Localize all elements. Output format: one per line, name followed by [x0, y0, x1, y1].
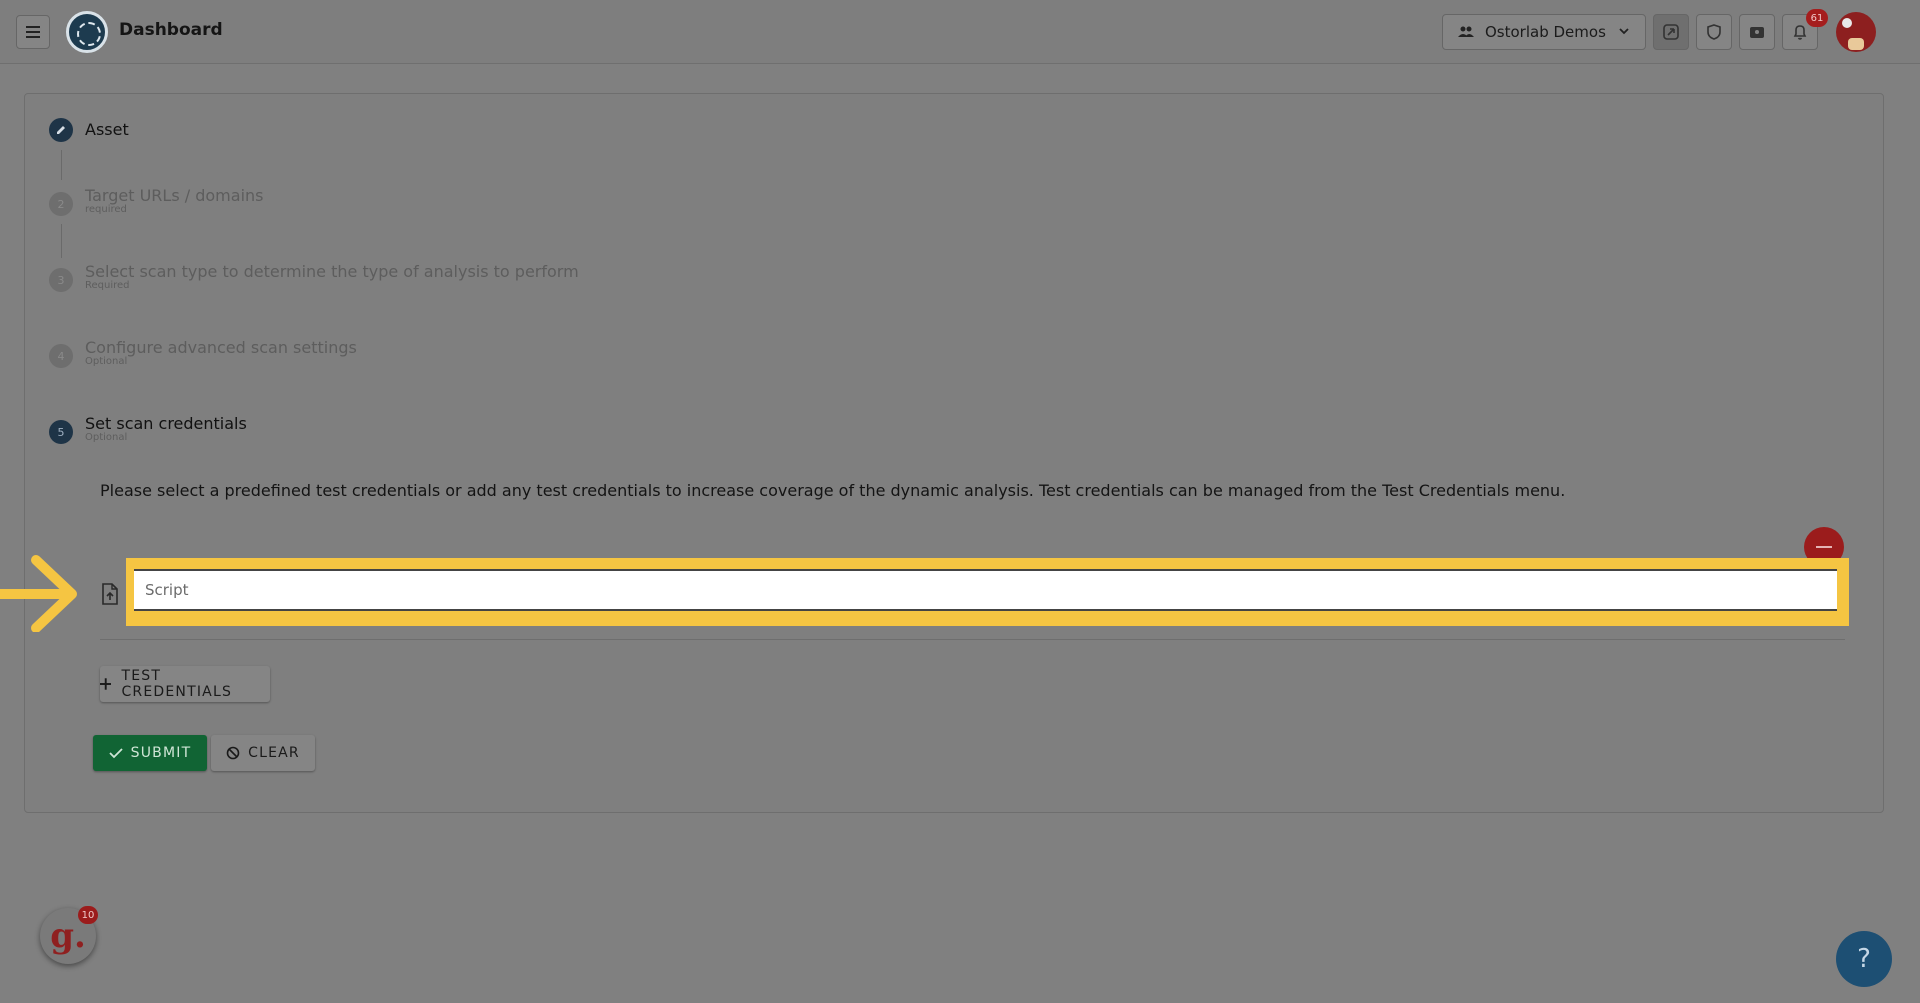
guide-count-badge: 10	[78, 906, 98, 924]
step-connector	[61, 224, 62, 258]
step-title: Select scan type to determine the type o…	[85, 262, 579, 281]
clear-button[interactable]: CLEAR	[211, 735, 315, 771]
credentials-instructions: Please select a predefined test credenti…	[100, 481, 1566, 500]
step-title: Target URLs / domains	[85, 186, 264, 205]
step-title: Configure advanced scan settings	[85, 338, 357, 357]
arrow-icon	[0, 555, 77, 632]
plus-icon	[100, 678, 112, 690]
organization-name: Ostorlab Demos	[1485, 23, 1606, 41]
notification-count-badge: 61	[1806, 9, 1828, 27]
step-subtitle: Required	[85, 280, 130, 291]
avatar[interactable]	[1836, 12, 1876, 52]
step-subtitle: Optional	[85, 432, 128, 443]
scan-icon	[1663, 24, 1679, 40]
divider	[100, 639, 1845, 640]
check-icon	[109, 748, 123, 759]
bell-icon	[1793, 25, 1807, 40]
edit-icon	[49, 118, 73, 142]
step-title: Set scan credentials	[85, 414, 247, 433]
step-title: Asset	[85, 120, 129, 139]
page-title: Dashboard	[119, 20, 223, 40]
users-icon	[1458, 26, 1474, 37]
block-icon	[226, 746, 240, 760]
tickets-button[interactable]	[1739, 14, 1775, 50]
help-button[interactable]: ?	[1836, 931, 1892, 987]
add-test-credentials-button[interactable]: TEST CREDENTIALS	[100, 666, 270, 702]
step-subtitle: required	[85, 204, 127, 215]
script-input[interactable]	[134, 569, 1837, 611]
organization-select[interactable]: Ostorlab Demos	[1442, 14, 1646, 50]
menu-icon	[26, 26, 40, 38]
menu-button[interactable]	[16, 15, 50, 49]
submit-button[interactable]: SUBMIT	[93, 735, 207, 771]
clear-label: CLEAR	[248, 745, 300, 761]
minus-icon	[1816, 546, 1832, 548]
logo-icon[interactable]	[66, 11, 108, 53]
step-connector	[61, 150, 62, 180]
scan-button[interactable]	[1653, 14, 1689, 50]
shield-icon	[1707, 24, 1721, 40]
step-subtitle: Optional	[85, 356, 128, 367]
top-app-bar: Dashboard Ostorlab Demos 61	[0, 0, 1920, 64]
step-number: 5	[49, 420, 73, 444]
chevron-down-icon	[1619, 28, 1629, 35]
add-test-credentials-label: TEST CREDENTIALS	[121, 668, 233, 700]
new-scan-stepper: Asset 2 Target URLs / domains required 3…	[24, 93, 1884, 813]
security-button[interactable]	[1696, 14, 1732, 50]
step-number: 2	[49, 192, 73, 216]
submit-label: SUBMIT	[130, 745, 192, 761]
step-number: 3	[49, 268, 73, 292]
step-number: 4	[49, 344, 73, 368]
ticket-icon	[1750, 27, 1764, 38]
file-upload-icon[interactable]	[101, 583, 119, 605]
